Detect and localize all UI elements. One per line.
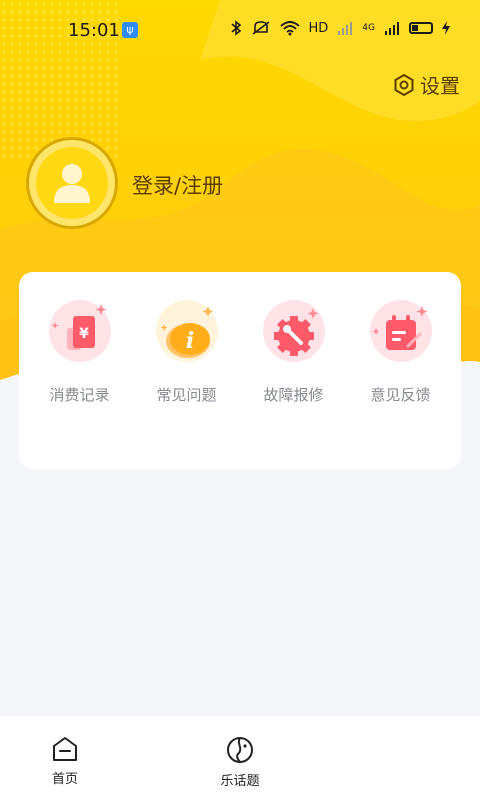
signal-2-icon	[385, 22, 399, 35]
menu-label: 常见问题	[156, 386, 217, 404]
menu-label: 故障报修	[263, 386, 324, 404]
svg-text:¥: ¥	[79, 326, 89, 342]
settings-label: 设置	[420, 74, 460, 98]
tab-label: 乐话题	[220, 774, 260, 789]
avatar[interactable]	[26, 137, 118, 229]
status-icons: HD 4G	[230, 20, 450, 36]
mute-icon	[252, 21, 269, 35]
home-icon	[53, 737, 77, 761]
bluetooth-icon	[230, 20, 241, 36]
topic-face-icon	[227, 737, 253, 763]
status-time: 15:01	[68, 20, 120, 41]
signal-1-icon	[338, 22, 353, 35]
menu-item-repair[interactable]: 故障报修	[240, 298, 347, 405]
menu-item-faq[interactable]: i 常见问题	[133, 298, 240, 405]
status-bar: 15:01 ψ HD 4G	[0, 0, 480, 60]
receipt-yen-icon: ¥	[48, 300, 111, 362]
login-register-link[interactable]: 登录/注册	[132, 170, 223, 200]
tab-topics[interactable]: 乐话题	[210, 736, 270, 789]
wifi-icon	[279, 21, 300, 36]
service-card: ¥ 消费记录 i 常见问题 故障报修 意见反馈	[19, 272, 461, 469]
usb-icon: ψ	[122, 22, 138, 38]
info-bubble-icon: i	[155, 300, 218, 362]
tab-home[interactable]: 首页	[35, 736, 95, 787]
feedback-note-icon	[369, 300, 432, 362]
wrench-gear-icon	[262, 300, 325, 362]
avatar-inner	[36, 147, 108, 219]
settings-button[interactable]: 设置	[392, 70, 460, 99]
signal-type-label: 4G	[362, 23, 375, 33]
menu-label: 意见反馈	[370, 386, 431, 404]
svg-text:i: i	[185, 328, 193, 354]
charging-icon	[442, 21, 450, 35]
battery-icon	[409, 22, 433, 34]
gear-icon	[394, 73, 414, 96]
hd-label: HD	[308, 20, 329, 36]
user-silhouette-icon	[54, 164, 90, 203]
menu-item-consumption-records[interactable]: ¥ 消费记录	[26, 298, 133, 405]
bottom-tab-bar: 首页 乐话题	[0, 716, 480, 800]
menu-label: 消费记录	[49, 386, 110, 404]
menu-item-feedback[interactable]: 意见反馈	[347, 298, 454, 405]
tab-label: 首页	[51, 772, 78, 787]
service-menu: ¥ 消费记录 i 常见问题 故障报修 意见反馈	[19, 298, 461, 405]
